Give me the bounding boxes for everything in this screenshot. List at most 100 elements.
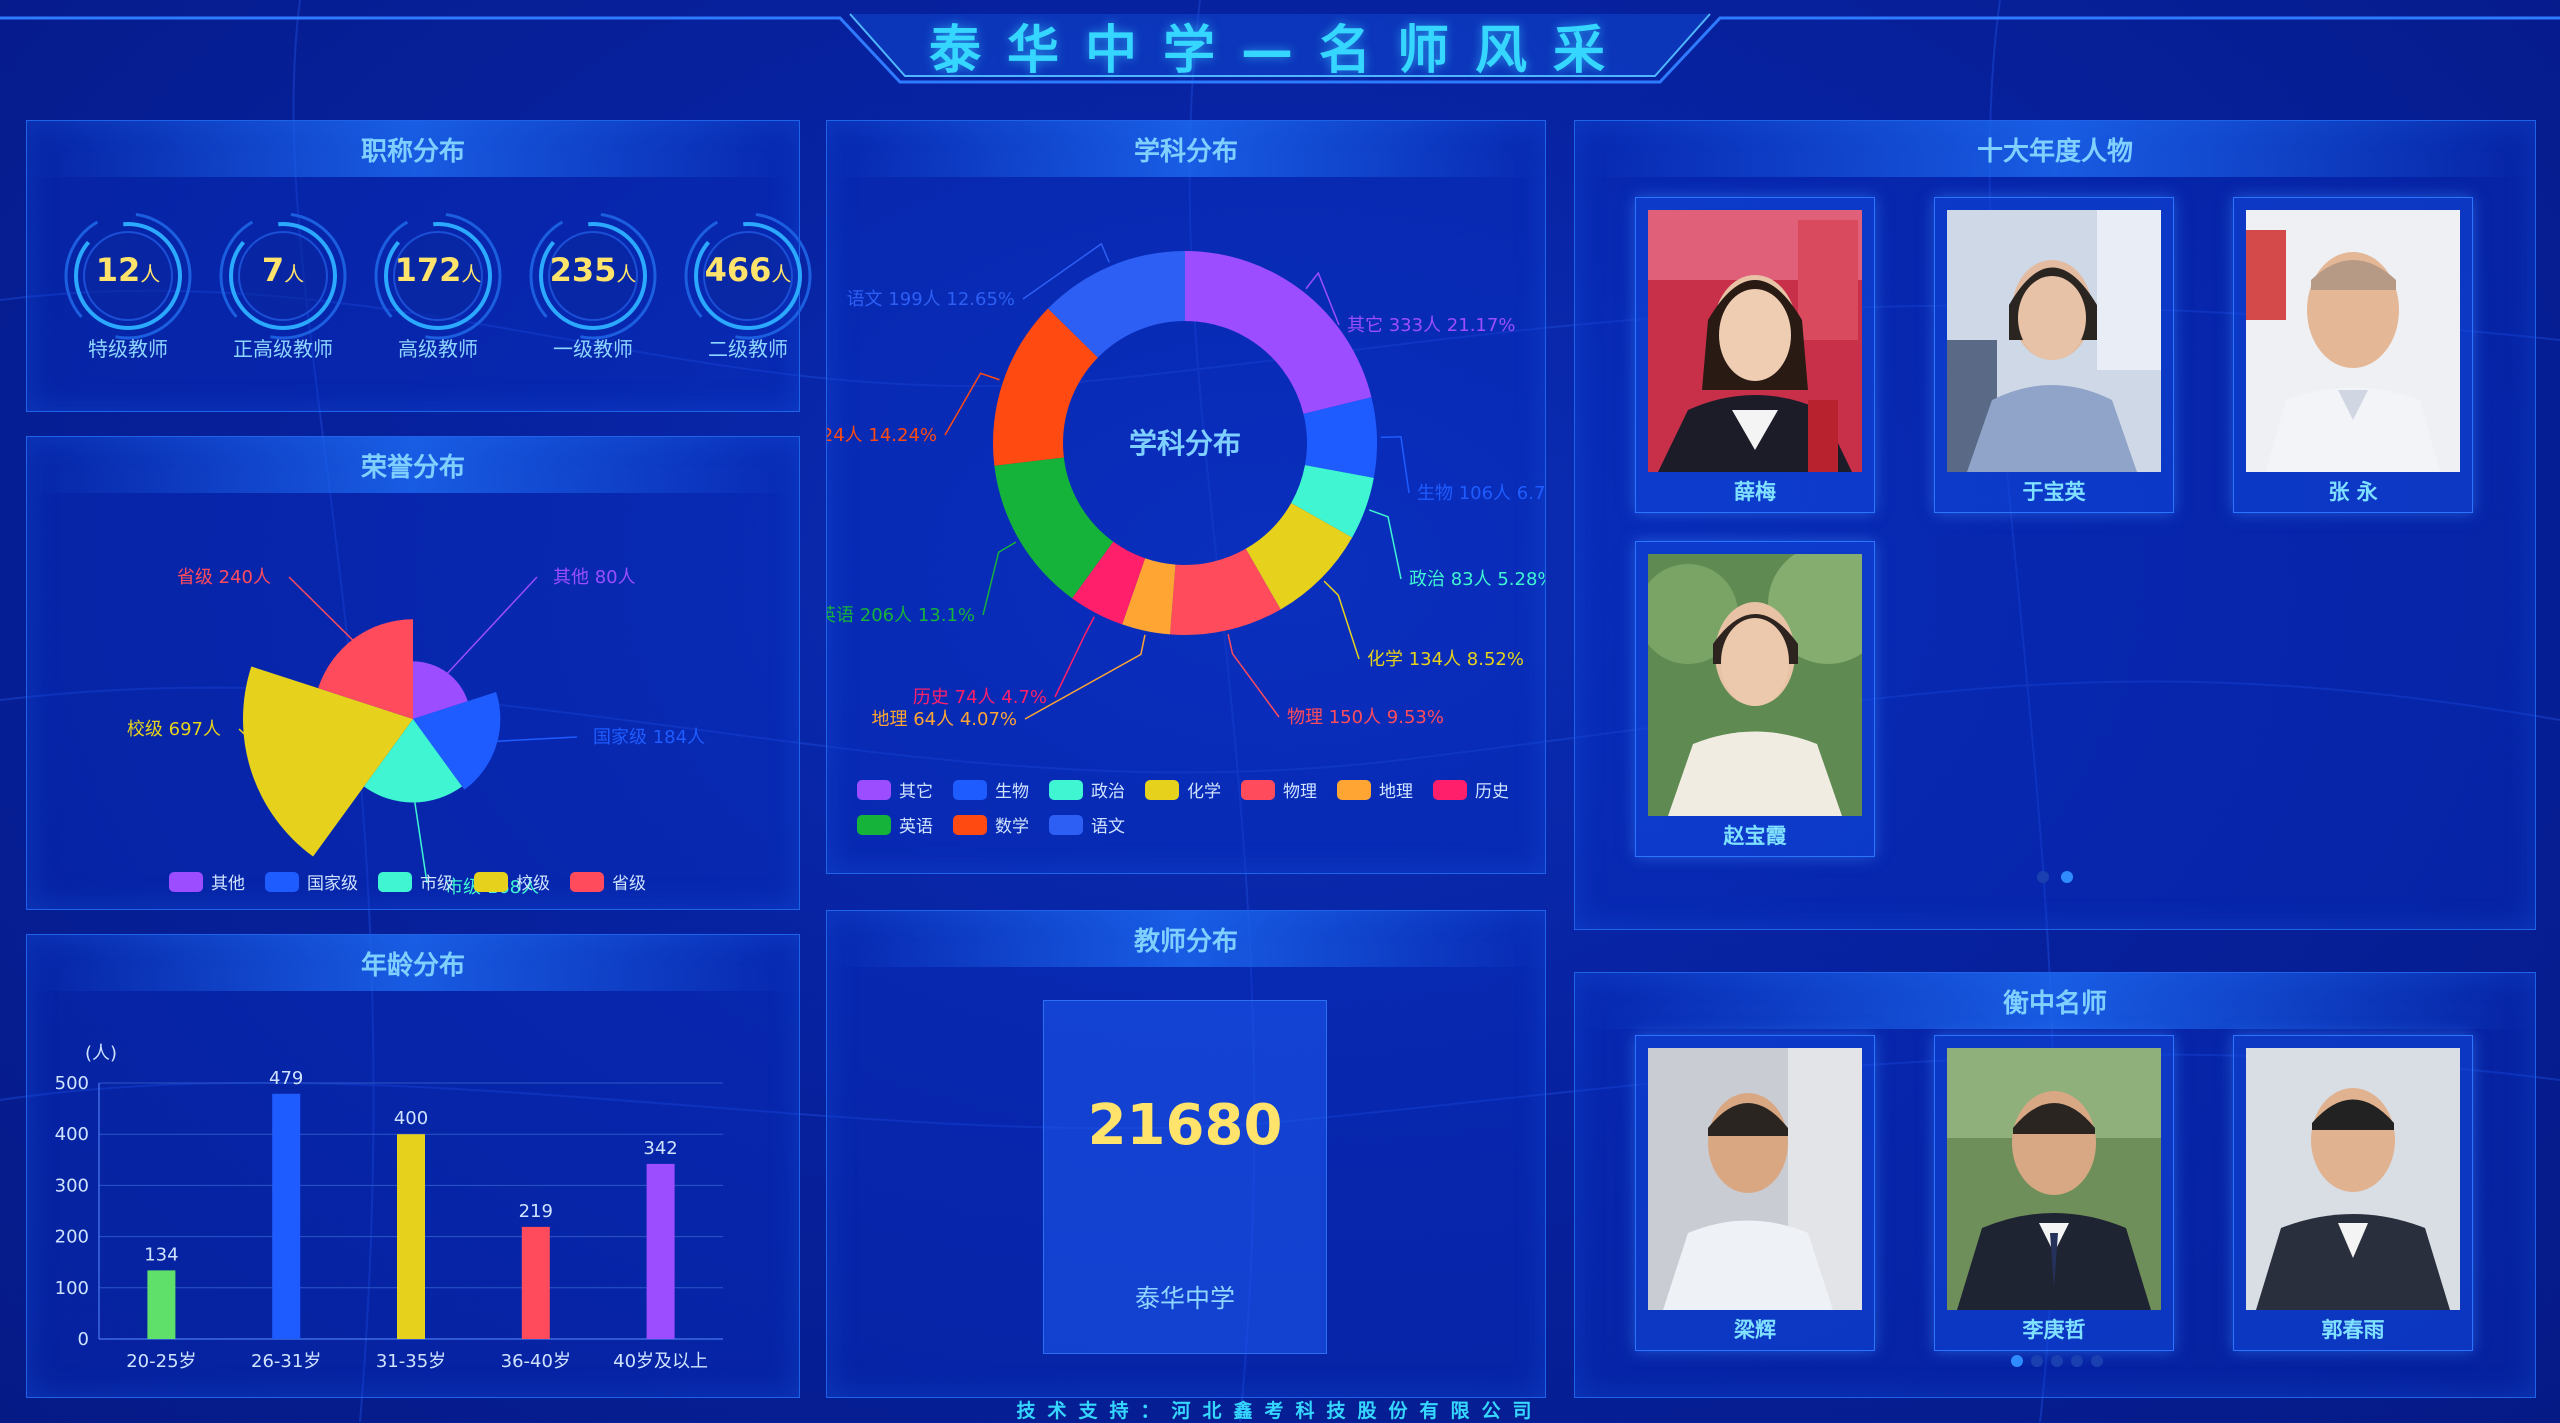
legend-label: 地理 — [1379, 782, 1413, 802]
honor-distribution-panel: 荣誉分布 其他 80人 国家级 184人 市级 168人 校级 697人 省级 240人… — [26, 436, 800, 910]
legend-label: 历史 — [1475, 782, 1509, 802]
legend-label: 其它 — [899, 782, 933, 802]
carousel-dot[interactable] — [2037, 871, 2049, 883]
person-card[interactable]: 梁辉 — [1635, 1035, 1875, 1351]
legend-item[interactable]: 国家级 — [265, 869, 358, 894]
y-tick-label: 200 — [55, 1227, 89, 1248]
donut-leader-line — [982, 541, 1017, 616]
rose-leader-line — [441, 576, 538, 680]
donut-slice-label: 其它 333人 21.17% — [1347, 315, 1515, 336]
legend-label: 语文 — [1091, 817, 1125, 837]
legend-swatch — [1049, 814, 1083, 835]
honor-legend: 其他 国家级 市级 校级 省级 — [169, 869, 646, 894]
age-bar[interactable] — [272, 1093, 301, 1339]
donut-slice-label: 语文 199人 12.65% — [847, 289, 1015, 310]
teacher-count-card: 21680 泰华中学 — [1043, 1000, 1327, 1354]
title-stat-value: 12人 — [95, 251, 161, 289]
footer-credit: 技术支持：河北鑫考科技股份有限公司 — [1016, 1400, 1544, 1422]
famous-teachers-panel: 衡中名师 梁辉 李庚哲 郭春雨 — [1574, 972, 2536, 1398]
x-tick-label: 20-25岁 — [126, 1351, 196, 1372]
legend-item[interactable]: 政治 — [1049, 777, 1125, 802]
y-tick-label: 300 — [55, 1175, 89, 1196]
person-card[interactable]: 薛梅 — [1635, 197, 1875, 513]
age-bar[interactable] — [646, 1163, 675, 1339]
legend-swatch — [265, 871, 299, 892]
legend-swatch — [169, 871, 203, 892]
title-stat-label: 一级教师 — [553, 337, 633, 361]
title-stat-value: 7人 — [261, 251, 305, 289]
legend-item[interactable]: 地理 — [1337, 777, 1413, 802]
legend-item[interactable]: 英语 — [857, 812, 933, 837]
legend-item[interactable]: 数学 — [953, 812, 1029, 837]
legend-item[interactable]: 市级 — [378, 869, 454, 894]
teacher-count: 21680 — [1087, 1093, 1283, 1158]
y-tick-label: 100 — [55, 1278, 89, 1299]
panel-title: 十大年度人物 — [1976, 137, 2133, 167]
legend-item[interactable]: 其他 — [169, 869, 245, 894]
carousel-dot[interactable] — [2031, 1355, 2043, 1367]
title-stat-item: 466人二级教师 — [683, 211, 813, 381]
person-name: 于宝英 — [2022, 480, 2086, 504]
donut-slice-label: 学 224人 14.24% — [827, 425, 937, 446]
title-stat-value: 466人 — [704, 251, 792, 289]
legend-item[interactable]: 其它 — [857, 777, 933, 802]
carousel-dot[interactable] — [2091, 1355, 2103, 1367]
age-bar[interactable] — [147, 1270, 176, 1339]
y-tick-label: 0 — [78, 1329, 89, 1350]
carousel-dot-active[interactable] — [2011, 1355, 2023, 1367]
carousel-dot[interactable] — [2071, 1355, 2083, 1367]
portrait-photo — [2246, 1048, 2460, 1310]
x-tick-label: 40岁及以上 — [613, 1351, 708, 1372]
title-stat-item: 7人 正高级教师 — [218, 211, 348, 381]
title-distribution-panel: 职称分布 12人 特级教师 7人 正高级教师 172人 高级教师 235人 一级教师 466人二… — [26, 120, 812, 412]
age-bar[interactable] — [397, 1134, 425, 1339]
person-card[interactable]: 郭春雨 — [2233, 1035, 2473, 1351]
person-card[interactable]: 于宝英 — [1934, 197, 2174, 513]
person-card[interactable]: 张 永 — [2233, 197, 2473, 513]
subject-donut-chart: 其它 333人 21.17% 生物 106人 6.7 政治 83人 5.28% 化学 … — [827, 242, 1545, 730]
legend-item[interactable]: 省级 — [570, 869, 646, 894]
person-name: 薛梅 — [1734, 480, 1776, 504]
title-stat-value: 172人 — [394, 251, 482, 289]
portrait-photo — [2246, 210, 2460, 472]
legend-swatch — [1433, 779, 1467, 800]
page-title: 泰华中学—名师风采 — [928, 21, 1631, 81]
legend-label: 数学 — [995, 817, 1029, 837]
legend-item[interactable]: 历史 — [1433, 777, 1509, 802]
carousel-dot-active[interactable] — [2061, 871, 2073, 883]
legend-item[interactable]: 语文 — [1049, 812, 1125, 837]
age-distribution-panel: 年龄分布 (人) 0 100 200 300 400 500 134 20-25岁 479 26-3… — [26, 934, 800, 1398]
person-name: 郭春雨 — [2321, 1318, 2385, 1342]
donut-slice-label: 政治 83人 5.28% — [1409, 569, 1545, 590]
person-name: 梁辉 — [1734, 1318, 1776, 1342]
person-card[interactable]: 赵宝霞 — [1635, 541, 1875, 857]
legend-swatch — [1337, 779, 1371, 800]
legend-item[interactable]: 校级 — [474, 869, 550, 894]
person-card[interactable]: 李庚哲 — [1934, 1035, 2174, 1351]
legend-swatch — [857, 814, 891, 835]
panel-title: 年龄分布 — [360, 951, 465, 981]
donut-slice-label: 物理 150人 9.53% — [1287, 707, 1444, 728]
legend-item[interactable]: 化学 — [1145, 777, 1221, 802]
legend-item[interactable]: 物理 — [1241, 777, 1317, 802]
legend-swatch — [1241, 779, 1275, 800]
rose-leader-line — [288, 576, 364, 651]
carousel-dot[interactable] — [2051, 1355, 2063, 1367]
age-bar[interactable] — [521, 1226, 550, 1339]
donut-slice[interactable] — [1185, 251, 1372, 414]
legend-swatch — [857, 779, 891, 800]
y-axis-label: (人) — [85, 1043, 117, 1064]
title-stat-label: 特级教师 — [88, 337, 168, 361]
title-stat-item: 12人特级教师 — [63, 211, 193, 381]
portrait-photo — [1947, 210, 2161, 472]
top-ten-panel: 十大年度人物 薛梅 于宝英 张 永 赵宝霞 — [1574, 120, 2536, 930]
legend-label: 生物 — [995, 782, 1029, 802]
legend-item[interactable]: 生物 — [953, 777, 1029, 802]
panel-title: 衡中名师 — [2002, 989, 2107, 1019]
donut-slice-label: 地理 64人 4.07% — [871, 709, 1017, 730]
donut-center-label: 学科分布 — [1129, 427, 1241, 460]
title-stat-label: 二级教师 — [708, 337, 788, 361]
panel-title: 学科分布 — [1133, 137, 1238, 167]
title-stat-item: 235人 一级教师 — [528, 211, 658, 381]
legend-swatch — [953, 779, 987, 800]
